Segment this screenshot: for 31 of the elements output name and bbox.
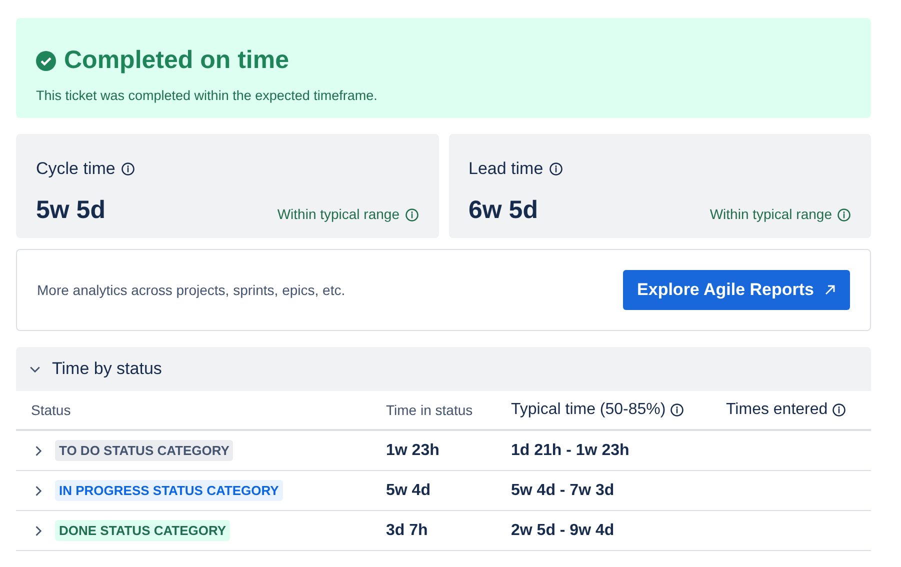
banner-message: This ticket was completed within the expected timeframe.	[36, 86, 378, 105]
range-text: Within typical range	[710, 205, 832, 224]
metric-label: Cycle time	[36, 158, 116, 180]
info-icon	[549, 162, 564, 176]
table-cell-text: 2w 5d - 9w 4d	[511, 520, 614, 540]
info-icon	[121, 162, 136, 176]
analytics-text: More analytics across projects, sprints, epics, etc.	[37, 280, 346, 300]
table-cell-text: 5w 4d	[386, 480, 430, 500]
table-cell-text: 1w 23h	[386, 440, 440, 460]
info-icon	[837, 208, 851, 222]
column-header: Times entered	[726, 400, 828, 420]
banner-title: Completed on time	[64, 45, 290, 76]
check-circle-icon	[36, 50, 56, 71]
status-lozenge: IN PROGRESS STATUS CATEGORY	[55, 480, 283, 502]
external-arrow-icon	[824, 284, 836, 296]
column-header: Typical time (50-85%)	[511, 400, 666, 420]
status-lozenge: DONE STATUS CATEGORY	[55, 520, 230, 542]
status-lozenge: TO DO STATUS CATEGORY	[55, 440, 234, 462]
metric-value: 5w 5d	[36, 194, 106, 226]
explore-reports-button[interactable]: Explore Agile Reports	[623, 270, 850, 310]
section-header[interactable]: Time by status	[16, 347, 871, 391]
section-title: Time by status	[52, 358, 162, 380]
table-cell-text: 5w 4d - 7w 3d	[511, 480, 614, 500]
range-text: Within typical range	[277, 205, 400, 224]
column-header: Status	[31, 400, 71, 420]
info-icon	[404, 208, 418, 222]
table-cell-text: 3d 7h	[386, 520, 428, 540]
column-header: Time in status	[386, 400, 473, 420]
table-cell-text: 1d 21h - 1w 23h	[511, 440, 630, 460]
metric-value: 6w 5d	[468, 194, 538, 226]
metric-label: Lead time	[468, 158, 544, 180]
